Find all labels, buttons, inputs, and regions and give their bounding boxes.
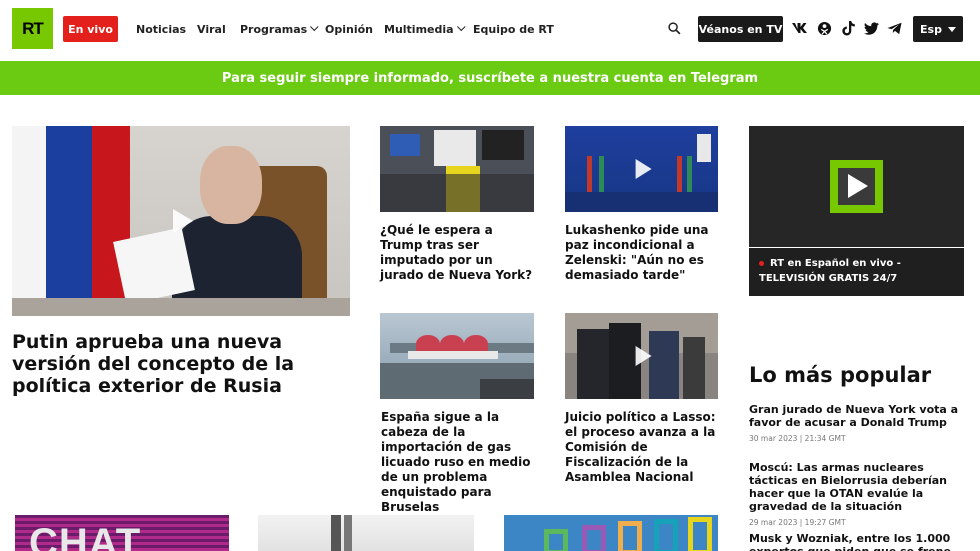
nav-label: Multimedia — [384, 22, 454, 36]
bottom-image-2[interactable] — [258, 515, 474, 551]
site-header: RT En vivo Noticias Viral Programas Opin… — [0, 0, 980, 60]
article-headline[interactable]: ¿Qué le espera a Trump tras ser imputado… — [380, 223, 535, 283]
article-image-lukashenko[interactable] — [565, 126, 718, 212]
play-icon — [635, 159, 652, 179]
article-headline[interactable]: Juicio político a Lasso: el proceso avan… — [565, 410, 720, 485]
tiktok-icon[interactable] — [840, 20, 856, 36]
telegram-icon[interactable] — [886, 20, 902, 36]
article-image-gas[interactable] — [380, 313, 534, 399]
popular-item[interactable]: Gran jurado de Nueva York vota a favor d… — [749, 403, 964, 443]
play-icon — [848, 174, 868, 198]
chevron-down-icon — [310, 22, 319, 32]
twitter-icon[interactable] — [863, 20, 879, 36]
nav-viral[interactable]: Viral — [197, 16, 226, 42]
nav-label: Equipo de RT — [473, 22, 554, 36]
nav-label: Programas — [240, 22, 308, 36]
rt-logo[interactable]: RT — [12, 8, 53, 49]
odnoklassniki-icon[interactable] — [816, 20, 832, 36]
article-image-trump[interactable] — [380, 126, 534, 212]
chevron-down-icon — [456, 22, 466, 32]
popular-item-title[interactable]: Moscú: Las armas nucleares tácticas en B… — [749, 461, 964, 513]
nav-multimedia[interactable]: Multimedia — [384, 16, 466, 42]
vk-icon[interactable] — [792, 20, 808, 36]
play-icon — [173, 209, 193, 233]
language-label: Esp — [920, 22, 942, 36]
live-tv-caption[interactable]: RT en Español en vivo - TELEVISIÓN GRATI… — [749, 248, 964, 296]
lead-image[interactable] — [12, 126, 350, 316]
nav-programas[interactable]: Programas — [240, 16, 319, 42]
nav-label: Noticias — [136, 22, 187, 36]
search-icon[interactable] — [668, 22, 681, 35]
article-headline[interactable]: Lukashenko pide una paz incondicional a … — [565, 223, 720, 283]
live-dot-icon — [759, 260, 764, 266]
popular-item-date: 29 mar 2023 | 19:27 GMT — [749, 518, 846, 527]
tv-button[interactable]: Véanos en TV — [698, 16, 783, 42]
nav-noticias[interactable]: Noticias — [136, 16, 186, 42]
chat-text: CHAT — [29, 521, 142, 551]
popular-title: Lo más popular — [749, 363, 932, 387]
popular-item[interactable]: Moscú: Las armas nucleares tácticas en B… — [749, 461, 964, 527]
telegram-banner[interactable]: Para seguir siempre informado, suscríbet… — [0, 61, 980, 95]
nav-opinion[interactable]: Opinión — [325, 16, 373, 42]
popular-item-title[interactable]: Gran jurado de Nueva York vota a favor d… — [749, 403, 964, 429]
language-selector[interactable]: Esp — [913, 16, 963, 42]
popular-item-date: 30 mar 2023 | 21:34 GMT — [749, 434, 846, 443]
nav-label: Opinión — [325, 22, 373, 36]
live-tv-player[interactable] — [749, 126, 964, 247]
rt-logo-mark — [830, 160, 883, 213]
lead-headline[interactable]: Putin aprueba una nueva versión del conc… — [12, 331, 352, 397]
live-tv-label: RT en Español en vivo - TELEVISIÓN GRATI… — [759, 258, 901, 284]
play-icon — [635, 346, 652, 366]
popular-item[interactable]: Musk y Wozniak, entre los 1.000 expertos… — [749, 532, 964, 551]
nav-label: Viral — [197, 22, 226, 36]
bottom-image-chat[interactable]: CHAT — [15, 515, 229, 551]
popular-item-title[interactable]: Musk y Wozniak, entre los 1.000 expertos… — [749, 532, 964, 551]
article-headline[interactable]: España sigue a la cabeza de la importaci… — [381, 410, 536, 515]
live-button[interactable]: En vivo — [63, 16, 118, 42]
caret-down-icon — [947, 26, 956, 32]
nav-equipo[interactable]: Equipo de RT — [473, 16, 554, 42]
bottom-image-3[interactable] — [504, 515, 718, 551]
article-image-lasso[interactable] — [565, 313, 718, 399]
